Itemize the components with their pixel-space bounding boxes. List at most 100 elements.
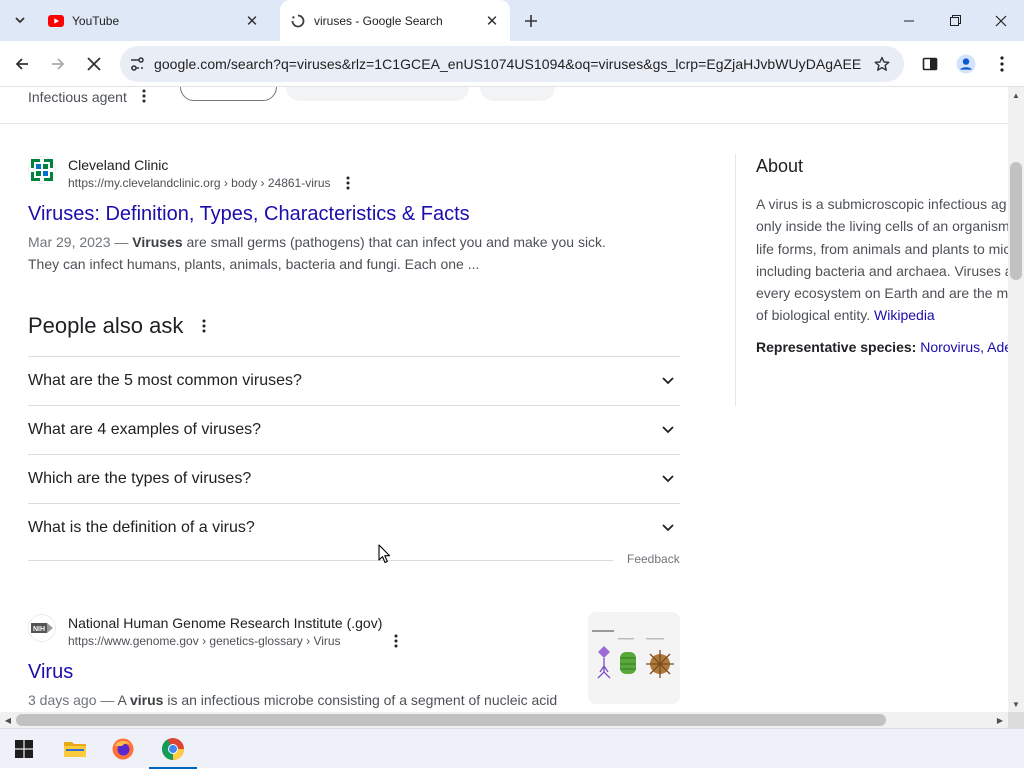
result-more-icon[interactable] bbox=[343, 175, 353, 191]
paa-question[interactable]: What are the 5 most common viruses? bbox=[28, 356, 680, 405]
restore-button[interactable] bbox=[932, 0, 978, 41]
kp-desc-line: life forms, from animals and plants to m… bbox=[756, 240, 1008, 257]
site-info-icon[interactable] bbox=[120, 46, 154, 82]
chevron-down-icon bbox=[656, 516, 680, 540]
tab-search-button[interactable] bbox=[8, 8, 32, 32]
chrome-icon bbox=[162, 738, 184, 760]
kp-desc-line: of biological entity. bbox=[756, 307, 875, 324]
tab-title: viruses - Google Search bbox=[314, 13, 443, 28]
paa-divider bbox=[28, 560, 613, 561]
scroll-right-arrow-icon[interactable]: ▶ bbox=[992, 712, 1008, 728]
chevron-down-icon bbox=[656, 467, 680, 491]
close-tab-icon[interactable]: ✕ bbox=[242, 11, 262, 31]
knowledge-panel-heading: About bbox=[756, 156, 804, 176]
windows-taskbar bbox=[0, 728, 1024, 769]
result-source[interactable]: Cleveland Clinic https://my.clevelandcli… bbox=[28, 156, 668, 192]
result-url: https://www.genome.gov › genetics-glossa… bbox=[68, 634, 341, 648]
paa-heading-text: People also ask bbox=[28, 313, 184, 338]
result-more-icon[interactable] bbox=[391, 633, 401, 649]
close-icon bbox=[87, 57, 101, 71]
back-button[interactable] bbox=[8, 50, 36, 78]
firefox-icon bbox=[112, 738, 134, 760]
result-date: Mar 29, 2023 — bbox=[28, 234, 129, 250]
browser-toolbar: google.com/search?q=viruses&rlz=1C1GCEA_… bbox=[0, 41, 1024, 87]
paa-question-text: What are the 5 most common viruses? bbox=[28, 372, 302, 389]
close-tab-icon[interactable]: ✕ bbox=[482, 11, 502, 31]
bookmark-star-icon[interactable] bbox=[872, 54, 892, 74]
knowledge-panel: About A virus is a submicroscopic infect… bbox=[756, 155, 1008, 355]
species-label: Representative species: bbox=[756, 338, 917, 355]
paa-question-text: Which are the types of viruses? bbox=[28, 470, 252, 487]
paa-question[interactable]: Which are the types of viruses? bbox=[28, 454, 680, 503]
loading-spinner-icon bbox=[290, 13, 306, 29]
paa-question[interactable]: What is the definition of a virus? bbox=[28, 503, 680, 552]
chevron-down-icon bbox=[15, 17, 25, 24]
arrow-right-icon bbox=[52, 58, 65, 70]
horizontal-scroll-thumb[interactable] bbox=[16, 714, 886, 726]
scroll-down-arrow-icon[interactable]: ▼ bbox=[1008, 696, 1024, 712]
vertical-scroll-thumb[interactable] bbox=[1010, 162, 1022, 280]
kebab-menu-icon bbox=[1000, 56, 1004, 72]
scrollbar-corner bbox=[1008, 712, 1024, 728]
result-snippet-text: A bbox=[114, 692, 130, 708]
result-snippet-text: are small germs (pathogens) that can inf… bbox=[182, 234, 606, 250]
profile-button[interactable] bbox=[954, 52, 978, 76]
minimize-button[interactable] bbox=[886, 0, 932, 41]
side-panel-icon bbox=[922, 57, 938, 71]
url-text: google.com/search?q=viruses&rlz=1C1GCEA_… bbox=[154, 56, 862, 72]
arrow-left-icon bbox=[15, 58, 28, 70]
kp-desc-line: A virus is a submicroscopic infectious a… bbox=[756, 196, 1007, 212]
result-source[interactable]: NIH National Human Genome Research Insti… bbox=[28, 614, 588, 650]
svg-text:NIH: NIH bbox=[33, 626, 45, 633]
chevron-down-icon bbox=[656, 418, 680, 442]
forward-button[interactable] bbox=[44, 50, 72, 78]
stop-loading-button[interactable] bbox=[80, 50, 108, 78]
tab-google-search[interactable]: viruses - Google Search ✕ bbox=[280, 0, 510, 41]
scroll-up-arrow-icon[interactable]: ▲ bbox=[1008, 87, 1024, 103]
file-explorer-button[interactable] bbox=[51, 729, 99, 769]
filter-chip[interactable] bbox=[286, 87, 469, 101]
restore-icon bbox=[949, 15, 961, 26]
search-result: NIH National Human Genome Research Insti… bbox=[28, 614, 588, 711]
result-snippet-text: They can infect humans, plants, animals,… bbox=[28, 256, 480, 272]
wikipedia-link[interactable]: Wikipedia bbox=[874, 307, 935, 323]
mouse-cursor-icon bbox=[378, 544, 391, 564]
tab-youtube[interactable]: YouTube ✕ bbox=[38, 0, 270, 41]
result-thumbnail-image[interactable] bbox=[588, 612, 680, 704]
chevron-down-icon bbox=[656, 369, 680, 393]
result-title-link[interactable]: Virus bbox=[28, 659, 588, 685]
paa-question[interactable]: What are 4 examples of viruses? bbox=[28, 405, 680, 454]
species-links[interactable]: Norovirus, Ade bbox=[916, 339, 1008, 355]
knowledge-panel-description: A virus is a submicroscopic infectious a… bbox=[756, 193, 1008, 327]
result-title-link[interactable]: Viruses: Definition, Types, Characterist… bbox=[28, 201, 668, 227]
entity-header: Infectious agent bbox=[0, 87, 1008, 124]
result-url: https://my.clevelandclinic.org › body › … bbox=[68, 176, 331, 190]
entity-label: Infectious agent bbox=[28, 89, 127, 105]
feedback-link[interactable]: Feedback bbox=[627, 552, 680, 566]
paa-more-icon[interactable] bbox=[201, 318, 207, 334]
page-viewport: Infectious agent Cleveland Clinic https:… bbox=[0, 87, 1008, 712]
youtube-icon bbox=[48, 13, 64, 29]
paa-question-text: What is the definition of a virus? bbox=[28, 519, 255, 536]
entity-more-icon[interactable] bbox=[137, 87, 151, 105]
side-panel-button[interactable] bbox=[918, 52, 942, 76]
result-bold-term: virus bbox=[129, 692, 164, 708]
people-also-ask-list: What are the 5 most common viruses? What… bbox=[28, 356, 680, 552]
close-icon bbox=[995, 15, 1007, 26]
horizontal-scrollbar[interactable]: ◀ ▶ bbox=[0, 712, 1008, 728]
kp-desc-line: including bacteria and archaea. Viruses … bbox=[756, 262, 1008, 279]
firefox-button[interactable] bbox=[99, 729, 147, 769]
filter-chip[interactable] bbox=[480, 87, 555, 101]
start-button[interactable] bbox=[0, 729, 48, 769]
address-bar[interactable]: google.com/search?q=viruses&rlz=1C1GCEA_… bbox=[120, 46, 904, 82]
chrome-menu-button[interactable] bbox=[990, 52, 1014, 76]
vertical-scrollbar[interactable]: ▲ ▼ bbox=[1008, 87, 1024, 712]
close-window-button[interactable] bbox=[978, 0, 1024, 41]
scroll-left-arrow-icon[interactable]: ◀ bbox=[0, 712, 16, 728]
chrome-button[interactable] bbox=[149, 729, 197, 769]
new-tab-button[interactable] bbox=[520, 10, 542, 32]
filter-chip[interactable] bbox=[180, 87, 277, 101]
result-site-name: Cleveland Clinic bbox=[68, 157, 169, 173]
windows-logo-icon bbox=[15, 740, 33, 758]
profile-avatar-icon bbox=[956, 54, 976, 74]
